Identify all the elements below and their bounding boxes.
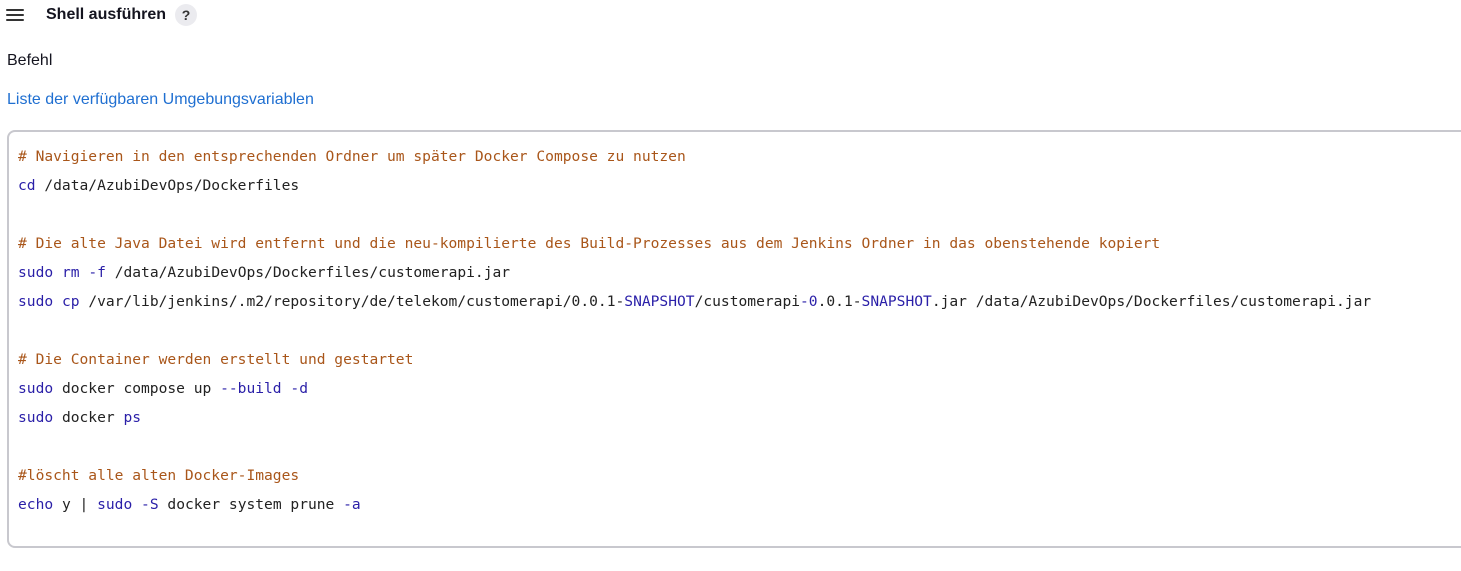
command-label: Befehl bbox=[7, 52, 53, 69]
code-line: # Die alte Java Datei wird entfernt und … bbox=[18, 235, 1161, 252]
code-line: sudo docker ps bbox=[18, 409, 142, 426]
code-line: echo y | sudo -S docker system prune -a bbox=[18, 496, 361, 513]
env-variables-link[interactable]: Liste der verfügbaren Umgebungsvariablen bbox=[7, 91, 314, 109]
code-line: sudo cp /var/lib/jenkins/.m2/repository/… bbox=[18, 293, 1372, 310]
step-title: Shell ausführen bbox=[46, 6, 167, 23]
code-line: sudo rm -f /data/AzubiDevOps/Dockerfiles… bbox=[18, 264, 511, 281]
command-code[interactable]: # Navigieren in den entsprechenden Ordne… bbox=[18, 142, 1371, 519]
code-line: # Navigieren in den entsprechenden Ordne… bbox=[18, 148, 686, 165]
code-line: sudo docker compose up --build -d bbox=[18, 380, 308, 397]
code-line: #löscht alle alten Docker-Images bbox=[18, 467, 300, 484]
build-step-header: Shell ausführen ? bbox=[6, 3, 198, 27]
code-line: cd /data/AzubiDevOps/Dockerfiles bbox=[18, 177, 300, 194]
command-editor[interactable]: # Navigieren in den entsprechenden Ordne… bbox=[7, 130, 1461, 548]
drag-handle-icon[interactable] bbox=[6, 9, 24, 21]
code-line: # Die Container werden erstellt und gest… bbox=[18, 351, 414, 368]
help-icon[interactable]: ? bbox=[175, 4, 198, 26]
